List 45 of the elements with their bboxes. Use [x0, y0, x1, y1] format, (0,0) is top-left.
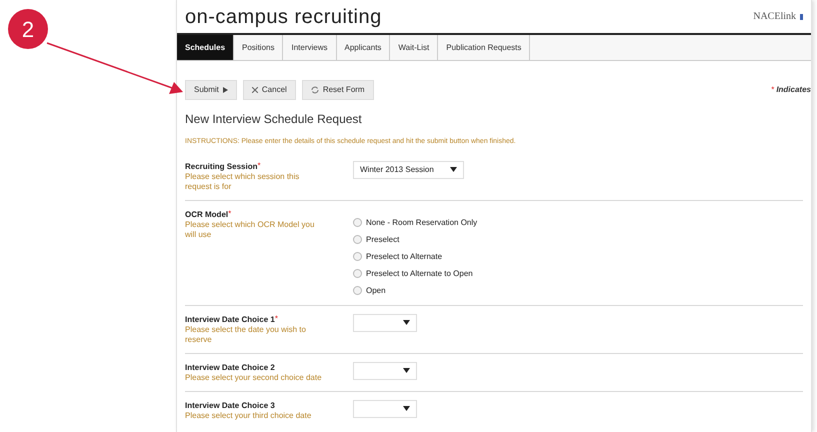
field-hint: Please select which session this request is for [185, 172, 300, 192]
field-label: Interview Date Choice 3 [185, 400, 275, 410]
field-label: Interview Date Choice 2 [185, 362, 275, 372]
radio-label: Preselect to Alternate [366, 250, 442, 262]
field-hint: Please select the date you wish to reserve [185, 324, 307, 344]
toolbar-button[interactable]: Reset Form [302, 80, 374, 100]
logo-mark-icon [800, 14, 803, 20]
field-hint: Please select your third choice date [185, 410, 312, 420]
field-label: OCR Model [185, 208, 228, 220]
toolbar-button[interactable]: Cancel [242, 80, 296, 100]
required-mark: * [771, 84, 774, 96]
select-field[interactable] [353, 400, 417, 418]
toolbar-button[interactable]: Submit [185, 80, 237, 100]
field-hint: Please select your second choice date [185, 372, 323, 382]
radio-button[interactable] [353, 286, 362, 295]
logo: NACElink [753, 10, 796, 24]
radio-label: None - Room Reservation Only [366, 216, 478, 228]
refresh-icon [310, 86, 319, 94]
field-label: Recruiting Session [185, 160, 258, 172]
select-field[interactable] [353, 362, 417, 380]
radio-label: Preselect to Alternate to Open [366, 268, 473, 280]
required-mark: * [274, 314, 278, 322]
required-mark: * [228, 208, 232, 218]
required-mark: * [257, 160, 261, 170]
field-label: Interview Date Choice 1 [185, 314, 275, 324]
close-icon [252, 87, 258, 93]
select-field[interactable] [353, 314, 417, 332]
radio-button[interactable] [353, 269, 362, 278]
radio-button[interactable] [353, 218, 362, 227]
caret-icon [403, 320, 410, 325]
radio-button[interactable] [353, 252, 362, 261]
radio-label: Preselect [366, 234, 400, 246]
caret-icon [450, 167, 457, 172]
caret-icon [403, 406, 410, 411]
form-title: New Interview Schedule Request [185, 111, 363, 128]
play-icon [222, 87, 228, 93]
step-marker: 2 [8, 9, 48, 49]
tab[interactable]: Schedules [177, 35, 234, 60]
select-field[interactable]: Winter 2013 Session [353, 160, 464, 178]
caret-icon [403, 368, 410, 373]
radio-label: Open [366, 284, 386, 296]
field-hint: Please select which OCR Model you will use [185, 220, 316, 240]
page-title: on-campus recruiting [185, 4, 382, 30]
required-note: Indicates [776, 84, 811, 96]
radio-button[interactable] [353, 235, 362, 244]
